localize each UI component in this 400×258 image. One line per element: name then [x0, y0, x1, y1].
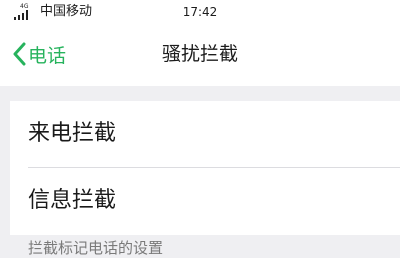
- network-type-label: 4G: [20, 3, 29, 10]
- status-bar: 4G 中国移动 17:42: [0, 0, 400, 24]
- list-item-call-blocking[interactable]: 来电拦截: [10, 101, 400, 167]
- back-label: 电话: [28, 44, 67, 67]
- list-item-message-blocking[interactable]: 信息拦截: [10, 168, 400, 234]
- back-button[interactable]: 电话: [12, 38, 66, 70]
- status-clock: 17:42: [182, 5, 218, 19]
- blocking-settings-list: 来电拦截 信息拦截: [10, 101, 400, 235]
- cellular-signal-icon: 4G: [6, 2, 36, 20]
- navigation-bar: 骚扰拦截 电话: [0, 24, 400, 86]
- chevron-left-icon: [13, 42, 26, 66]
- section-hint: 拦截标记电话的设置: [28, 239, 164, 257]
- list-item-label: 来电拦截: [28, 121, 117, 146]
- list-item-label: 信息拦截: [28, 188, 117, 213]
- carrier-name: 中国移动: [40, 4, 93, 19]
